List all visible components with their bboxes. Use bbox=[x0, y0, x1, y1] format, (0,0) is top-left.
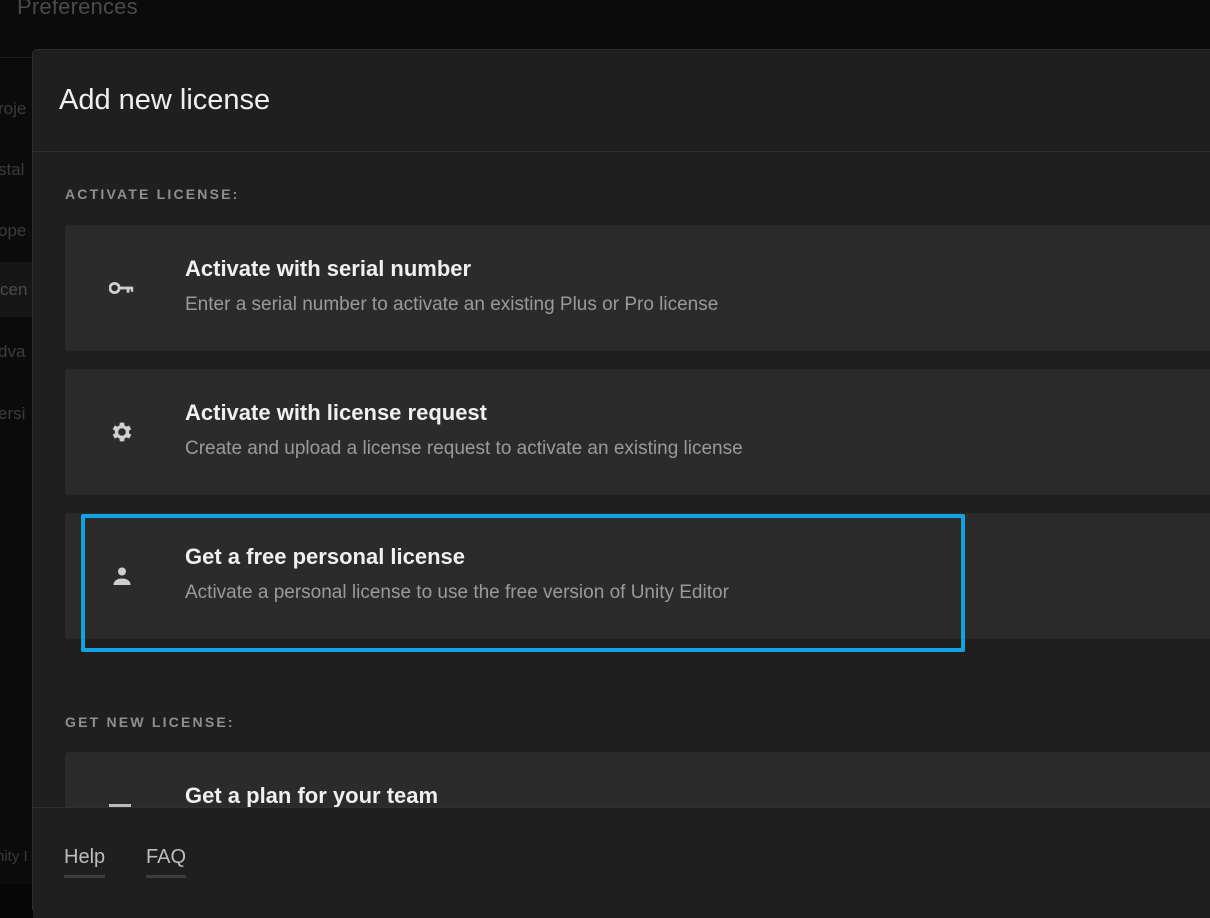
option-title: Get a free personal license bbox=[185, 544, 466, 569]
key-icon bbox=[109, 275, 135, 301]
faq-link[interactable]: FAQ bbox=[146, 846, 187, 878]
activate-license-request-option[interactable]: Activate with license request Create and… bbox=[65, 369, 1210, 495]
add-license-dialog: Add new license ACTIVATE LICENSE: Activa… bbox=[32, 49, 1210, 918]
help-link[interactable]: Help bbox=[64, 846, 106, 878]
option-title: Get a plan for your team bbox=[185, 783, 439, 808]
preferences-nav-item-appearance[interactable]: ope bbox=[0, 221, 26, 241]
preferences-title: Preferences bbox=[17, 0, 138, 19]
preferences-nav-item-version[interactable]: ersi bbox=[0, 404, 25, 424]
team-plan-option[interactable]: Get a plan for your team bbox=[65, 752, 1210, 812]
dialog-header-divider bbox=[33, 151, 1210, 152]
person-icon bbox=[109, 563, 135, 589]
option-description: Enter a serial number to activate an exi… bbox=[185, 294, 719, 315]
dialog-footer: Help FAQ bbox=[33, 807, 1210, 918]
preferences-nav-item-installs[interactable]: stal bbox=[0, 160, 24, 180]
preferences-footer-text: nity I bbox=[0, 848, 28, 865]
activate-license-heading: ACTIVATE LICENSE: bbox=[65, 186, 240, 202]
option-title: Activate with license request bbox=[185, 400, 487, 425]
option-title: Activate with serial number bbox=[185, 256, 472, 281]
dialog-title: Add new license bbox=[59, 84, 271, 116]
preferences-nav-item-projects[interactable]: roje bbox=[0, 99, 26, 119]
option-description: Create and upload a license request to a… bbox=[185, 438, 743, 459]
option-description: Activate a personal license to use the f… bbox=[185, 582, 729, 603]
get-new-license-heading: GET NEW LICENSE: bbox=[65, 714, 235, 730]
gear-icon bbox=[109, 419, 135, 445]
free-personal-license-option[interactable]: Get a free personal license Activate a p… bbox=[65, 513, 1210, 639]
activate-serial-number-option[interactable]: Activate with serial number Enter a seri… bbox=[65, 225, 1210, 351]
preferences-nav-item-advanced[interactable]: dva bbox=[0, 342, 25, 362]
